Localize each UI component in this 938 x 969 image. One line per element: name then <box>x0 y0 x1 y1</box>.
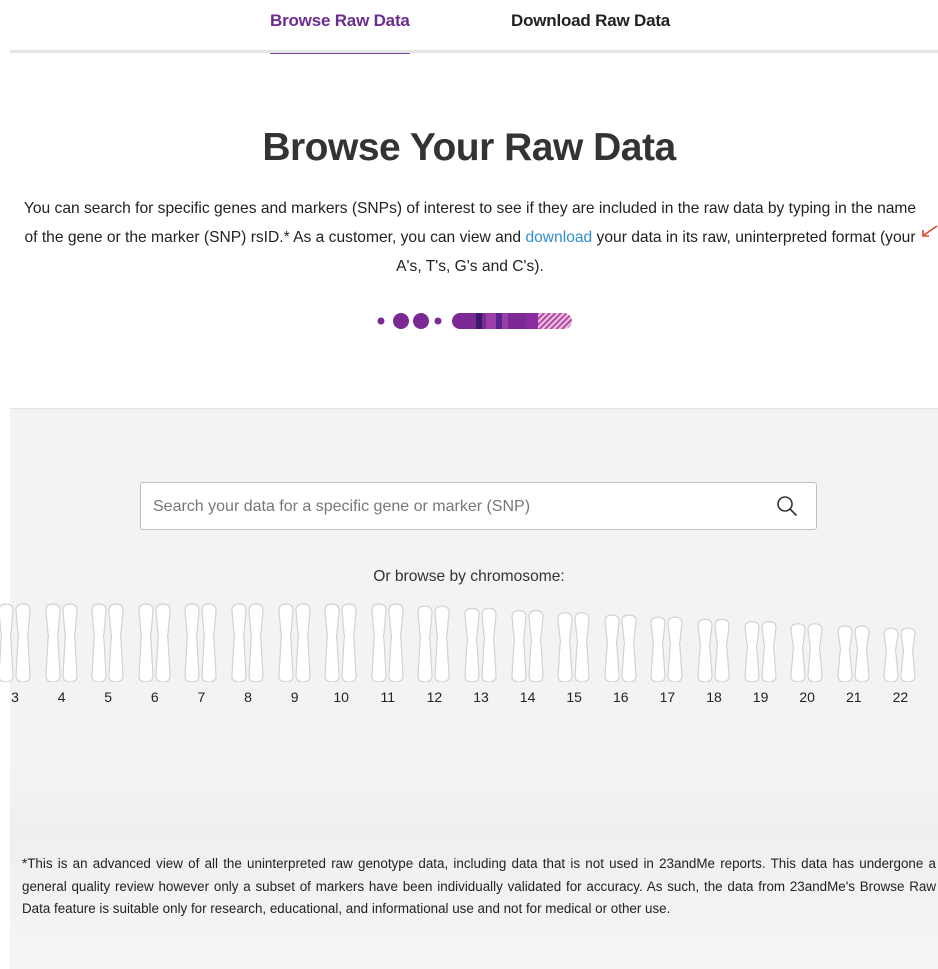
tab-divider <box>10 50 938 53</box>
chromosome-16[interactable]: 16 <box>601 598 641 708</box>
dna-decoration-icon <box>377 313 572 329</box>
chromosome-icon <box>91 603 124 682</box>
chromosome-icon <box>184 603 217 682</box>
search-input[interactable] <box>141 483 775 531</box>
chromosome-icon <box>510 609 544 682</box>
chromosome-12[interactable]: 12 <box>414 598 454 708</box>
chromosome-number: 12 <box>426 689 443 705</box>
chromosome-list: 3 4 5 6 7 8 9 10 11 12 13 14 15 16 17 18 19 20 21 22 <box>0 598 938 708</box>
chromosome-13[interactable]: 13 <box>461 598 501 708</box>
chromosome-number: 5 <box>104 689 113 705</box>
chromosome-icon <box>697 618 730 682</box>
chromosome-number: 18 <box>706 689 722 705</box>
chromosome-number: 8 <box>244 689 252 705</box>
page: Browse Raw Data Download Raw Data Browse… <box>0 0 938 969</box>
chromosome-11[interactable]: 11 <box>368 598 408 708</box>
chromosome-icon <box>790 623 823 682</box>
chromosome-icon <box>44 603 78 682</box>
chromosome-17[interactable]: 17 <box>647 598 687 708</box>
chromosome-19[interactable]: 19 <box>741 598 781 708</box>
chromosome-number: 4 <box>57 689 66 705</box>
chromosome-icon <box>371 603 404 682</box>
tab-bar: Browse Raw Data Download Raw Data <box>0 0 938 54</box>
chromosome-7[interactable]: 7 <box>181 598 221 708</box>
chromosome-number: 3 <box>11 689 19 705</box>
chromosome-9[interactable]: 9 <box>275 598 315 708</box>
chromosome-5[interactable]: 5 <box>88 598 128 708</box>
chromosome-21[interactable]: 21 <box>834 598 874 708</box>
chromosome-6[interactable]: 6 <box>135 598 175 708</box>
chromosome-icon <box>277 603 311 682</box>
chromosome-icon <box>837 625 870 682</box>
chromosome-number: 22 <box>892 689 909 705</box>
chromosome-number: 16 <box>613 689 629 705</box>
chromosome-icon <box>464 607 497 682</box>
chromosome-3[interactable]: 3 <box>0 598 35 708</box>
search-box <box>140 482 817 531</box>
chromosome-icon <box>883 627 916 682</box>
intro-paragraph: You can search for specific genes and ma… <box>20 194 920 281</box>
chromosome-icon <box>604 614 637 682</box>
chromosome-number: 15 <box>566 689 582 705</box>
download-link[interactable]: download <box>525 229 592 246</box>
search-icon[interactable] <box>776 495 798 517</box>
chromosome-number: 7 <box>197 689 206 705</box>
page-title: Browse Your Raw Data <box>262 126 676 169</box>
chromosome-number: 9 <box>290 689 299 705</box>
chromosome-number: 21 <box>846 689 862 705</box>
chromosome-4[interactable]: 4 <box>42 598 82 708</box>
chromosome-20[interactable]: 20 <box>787 598 827 708</box>
chromosome-10[interactable]: 10 <box>321 598 361 708</box>
chromosome-15[interactable]: 15 <box>554 598 594 708</box>
chromosome-number: 20 <box>799 689 815 705</box>
chromosome-icon <box>743 620 777 682</box>
tab-download-label: Download Raw Data <box>511 11 671 30</box>
chromosome-icon <box>324 603 357 682</box>
chromosome-number: 13 <box>473 689 489 705</box>
chromosome-icon <box>138 603 171 682</box>
chromosome-number: 11 <box>380 689 396 705</box>
chromosome-14[interactable]: 14 <box>508 598 548 708</box>
chromosome-18[interactable]: 18 <box>694 598 734 708</box>
chromosome-8[interactable]: 8 <box>228 598 268 708</box>
browse-by-chromosome-label: Or browse by chromosome: <box>373 568 565 585</box>
chromosome-number: 6 <box>150 689 159 705</box>
red-arrow-icon <box>922 225 938 237</box>
tab-download-raw-data[interactable]: Download Raw Data <box>511 11 670 31</box>
tab-browse-label: Browse Raw Data <box>270 11 410 30</box>
chromosome-number: 19 <box>752 689 769 705</box>
chromosome-icon <box>557 612 590 682</box>
chromosome-number: 14 <box>519 689 536 705</box>
chromosome-number: 10 <box>333 689 349 705</box>
disclaimer-text: *This is an advanced view of all the uni… <box>22 856 936 916</box>
chromosome-22[interactable]: 22 <box>880 598 920 708</box>
chromosome-icon <box>650 616 683 682</box>
chromosome-icon <box>231 603 264 682</box>
chromosome-icon <box>417 605 450 682</box>
tab-browse-raw-data[interactable]: Browse Raw Data <box>270 11 410 54</box>
chromosome-icon <box>0 603 31 682</box>
chromosome-number: 17 <box>659 689 676 705</box>
